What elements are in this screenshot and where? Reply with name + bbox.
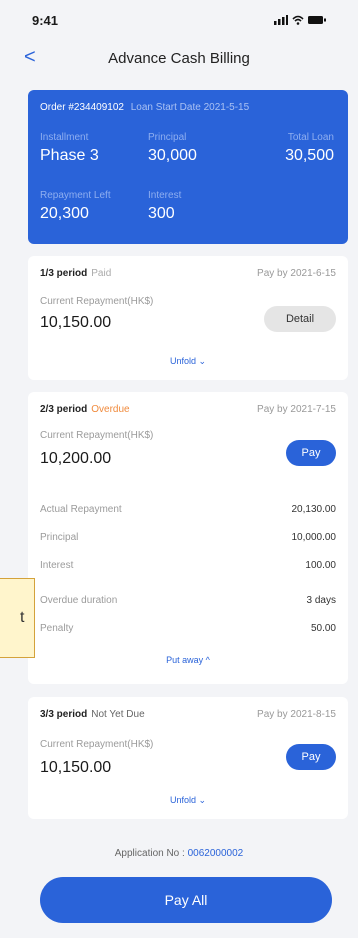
battery-icon [308, 16, 326, 24]
signal-icon [274, 15, 288, 25]
current-repayment-amount: 10,150.00 [40, 759, 112, 776]
repayment-left-label: Repayment Left [40, 190, 111, 201]
annotation-callout: t [0, 578, 35, 658]
repayment-left-value: 20,300 [40, 205, 89, 222]
pay-by-date: Pay by 2021-7-15 [257, 404, 336, 415]
detail-label: Actual Repayment [40, 504, 122, 515]
period-label: 2/3 period [40, 404, 88, 415]
period-card: 2/3 period Overdue Pay by 2021-7-15 Curre… [28, 392, 348, 684]
period-header: 1/3 period Paid Pay by 2021-6-15 [40, 268, 336, 279]
pay-all-button[interactable]: Pay All [40, 877, 332, 923]
phone-screen: 9:41 < Advance Cash Billing Order #23440… [0, 0, 358, 938]
pay-button[interactable]: Pay [286, 440, 336, 466]
detail-value: 3 days [306, 595, 336, 606]
current-repayment-amount: 10,150.00 [40, 314, 112, 331]
current-repayment-label: Current Repayment(HK$) [40, 739, 154, 750]
interest-cell: Interest 300 [148, 190, 181, 223]
period-card: 3/3 period Not Yet Due Pay by 2021-8-15 C… [28, 697, 348, 819]
put-away-toggle[interactable]: Put away ^ [28, 655, 348, 665]
installment-cell: Installment Phase 3 [40, 132, 99, 165]
status-icons [274, 15, 326, 25]
principal-label: Principal [148, 132, 187, 143]
page-title: Advance Cash Billing [108, 49, 250, 67]
pay-by-date: Pay by 2021-6-15 [257, 268, 336, 279]
period-status: Not Yet Due [91, 709, 145, 720]
total-loan-cell: Total Loan 30,500 [285, 132, 334, 165]
detail-value: 100.00 [305, 560, 336, 571]
detail-row: Penalty 50.00 [40, 623, 336, 634]
detail-label: Principal [40, 532, 79, 543]
detail-label: Interest [40, 560, 74, 571]
period-header: 3/3 period Not Yet Due Pay by 2021-8-15 [40, 709, 336, 720]
interest-value: 300 [148, 205, 175, 222]
current-repayment-label: Current Repayment(HK$) [40, 430, 154, 441]
principal-cell: Principal 30,000 [148, 132, 197, 165]
current-repayment-amount: 10,200.00 [40, 450, 112, 467]
interest-label: Interest [148, 190, 182, 201]
status-bar: 9:41 [0, 0, 358, 40]
wifi-icon [292, 15, 304, 25]
installment-value: Phase 3 [40, 147, 99, 164]
principal-value: 30,000 [148, 147, 197, 164]
unfold-toggle[interactable]: Unfold ⌄ [28, 795, 348, 806]
pay-by-date: Pay by 2021-8-15 [257, 709, 336, 720]
repayment-left-cell: Repayment Left 20,300 [40, 190, 111, 223]
back-icon[interactable]: < [24, 47, 36, 67]
nav-bar: < Advance Cash Billing [0, 40, 358, 76]
application-number: Application No : 0062000002 [0, 848, 358, 859]
detail-row: Overdue duration 3 days [40, 595, 336, 606]
order-number: Order #234409102 [40, 102, 124, 113]
order-line: Order #234409102 Loan Start Date 2021-5-… [40, 102, 249, 113]
detail-label: Penalty [40, 623, 74, 634]
application-number-value: 0062000002 [187, 848, 244, 859]
period-header: 2/3 period Overdue Pay by 2021-7-15 [40, 404, 336, 415]
period-label: 1/3 period [40, 268, 88, 279]
total-loan-label: Total Loan [287, 132, 334, 143]
total-loan-value: 30,500 [285, 147, 334, 164]
unfold-toggle[interactable]: Unfold ⌄ [28, 356, 348, 367]
detail-button[interactable]: Detail [264, 306, 336, 332]
period-label: 3/3 period [40, 709, 88, 720]
loan-start-date: Loan Start Date 2021-5-15 [130, 102, 250, 113]
application-label: Application No : [114, 848, 185, 859]
loan-summary-card: Order #234409102 Loan Start Date 2021-5-… [28, 90, 348, 244]
status-time: 9:41 [32, 12, 59, 28]
period-status: Overdue [91, 404, 130, 415]
detail-value: 10,000.00 [291, 532, 337, 543]
detail-value: 50.00 [310, 623, 336, 634]
installment-label: Installment [40, 132, 89, 143]
current-repayment-label: Current Repayment(HK$) [40, 296, 154, 307]
detail-row: Principal 10,000.00 [40, 532, 336, 543]
period-status: Paid [91, 268, 112, 279]
detail-label: Overdue duration [40, 595, 118, 606]
detail-row: Actual Repayment 20,130.00 [40, 504, 336, 515]
callout-text: t [20, 609, 25, 626]
period-card: 1/3 period Paid Pay by 2021-6-15 Current … [28, 256, 348, 380]
detail-value: 20,130.00 [291, 504, 337, 515]
detail-row: Interest 100.00 [40, 560, 336, 571]
pay-button[interactable]: Pay [286, 744, 336, 770]
